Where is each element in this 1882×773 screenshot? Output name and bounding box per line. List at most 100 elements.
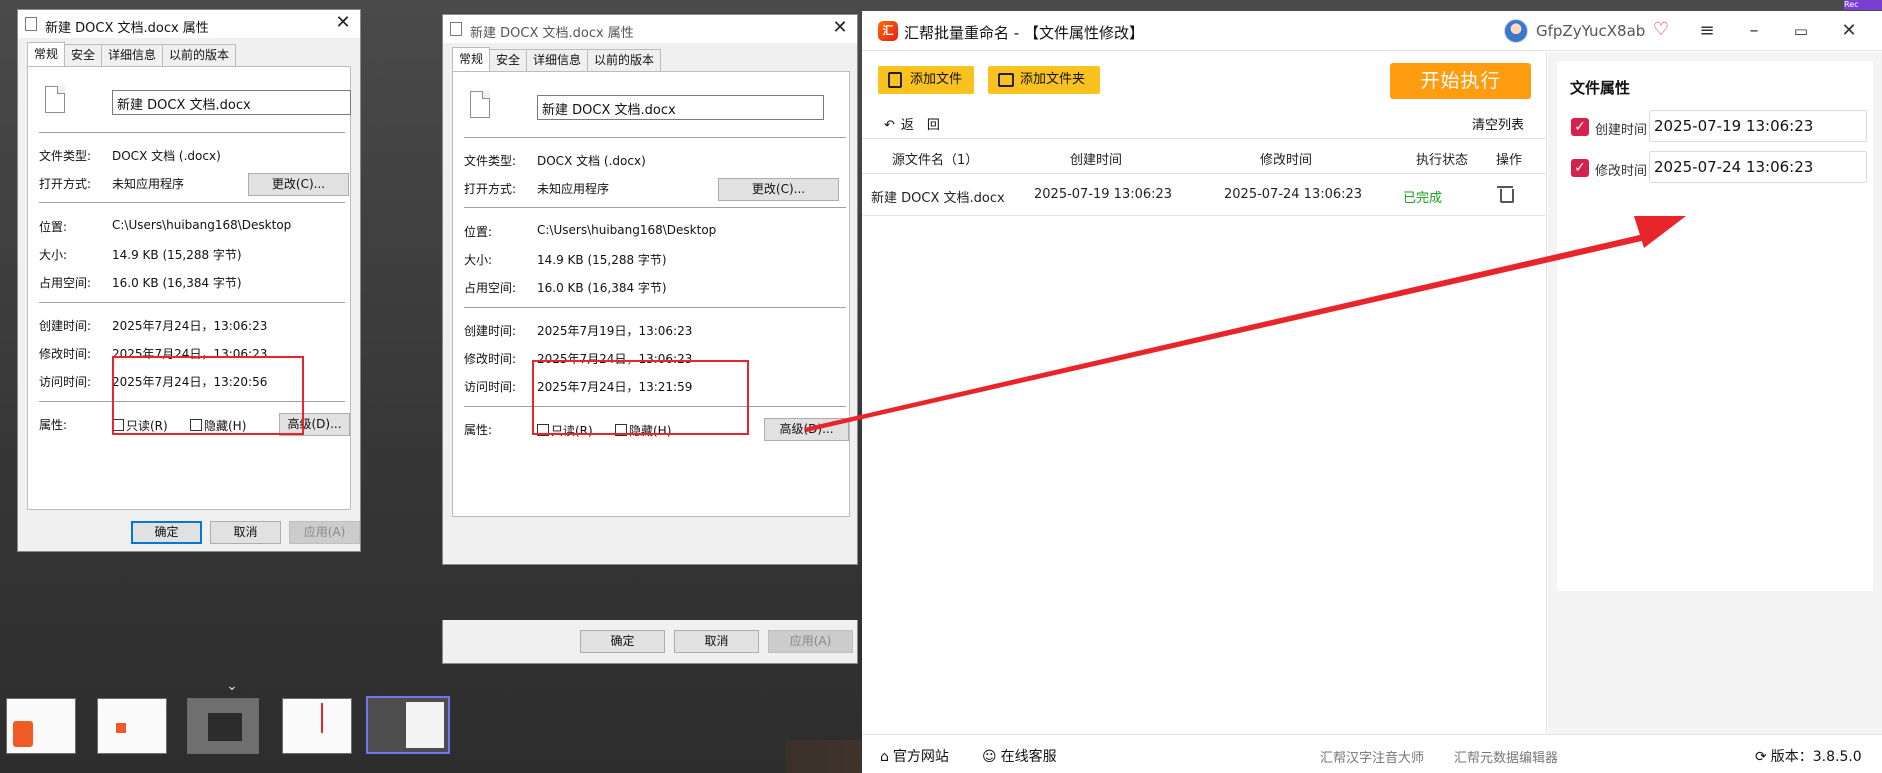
add-file-label: 添加文件 [910, 72, 963, 87]
corner-tag: Rec [1844, 0, 1882, 10]
modified-time-row: ✓ 修改时间 2025-07-24 13:06:23 [1557, 151, 1873, 183]
modified-time-label: 修改时间 [1595, 164, 1648, 179]
divider [464, 307, 846, 308]
rename-app-window: 汇 汇帮批量重命名 - 【文件属性修改】 GfpZyYucX8ab ♡ ≡ – … [862, 11, 1882, 773]
type-value: DOCX 文档 (.docx) [537, 154, 646, 168]
created-cell: 2025-07-19 13:06:23 [1034, 187, 1173, 202]
modified-time-input[interactable]: 2025-07-24 13:06:23 [1649, 151, 1867, 183]
app-footer: ⌂ 官方网站 ☺ 在线客服 汇帮汉字注音大师 汇帮元数据编辑器 ⟳ 版本：3.8.5.… [862, 734, 1882, 773]
open-with-label: 打开方式: [39, 177, 92, 191]
version-info[interactable]: ⟳ 版本：3.8.5.0 [1755, 746, 1862, 766]
column-header: 操作 [1496, 153, 1523, 168]
support-link[interactable]: ☺ 在线客服 [982, 746, 1057, 766]
thumbnail-item[interactable] [6, 698, 76, 754]
accessed-label: 访问时间: [39, 375, 92, 389]
pinyin-tool-link[interactable]: 汇帮汉字注音大师 [1320, 747, 1424, 766]
menu-icon[interactable]: ≡ [1694, 19, 1720, 43]
tab-security[interactable]: 安全 [64, 44, 103, 66]
dialog-tabs: 常规 安全 详细信息 以前的版本 [27, 42, 237, 66]
created-time-input[interactable]: 2025-07-19 13:06:23 [1649, 110, 1867, 142]
thumbnail-item-active[interactable] [366, 696, 450, 754]
start-button[interactable]: 开始执行 [1390, 63, 1531, 99]
filename-field[interactable]: 新建 DOCX 文档.docx [112, 90, 351, 115]
file-name-cell: 新建 DOCX 文档.docx [871, 191, 1005, 206]
thumbnail-item[interactable] [187, 698, 259, 754]
ok-button[interactable]: 确定 [131, 521, 202, 544]
trash-icon[interactable] [1497, 186, 1514, 203]
tab-previous-versions[interactable]: 以前的版本 [587, 49, 662, 71]
close-icon[interactable]: ✕ [829, 17, 851, 39]
type-value: DOCX 文档 (.docx) [112, 149, 221, 163]
change-button[interactable]: 更改(C)... [248, 173, 349, 196]
metadata-editor-link[interactable]: 汇帮元数据编辑器 [1454, 747, 1558, 766]
chevron-down-icon[interactable]: ⌄ [220, 678, 244, 694]
cancel-button[interactable]: 取消 [210, 521, 281, 544]
advanced-button[interactable]: 高级(D)... [764, 418, 849, 441]
created-time-checkbox[interactable]: ✓ [1571, 118, 1589, 136]
filename-field[interactable]: 新建 DOCX 文档.docx [537, 95, 824, 120]
tab-previous-versions[interactable]: 以前的版本 [162, 44, 237, 66]
thumbnail-item[interactable] [97, 698, 167, 754]
close-icon[interactable]: ✕ [1836, 19, 1862, 43]
app-logo-icon: 汇 [878, 21, 898, 41]
table-row[interactable]: 新建 DOCX 文档.docx 2025-07-19 13:06:23 2025… [862, 174, 1547, 216]
back-button[interactable]: ↶ 返 回 [884, 114, 940, 133]
attributes-card: 文件属性 ✓ 创建时间 2025-07-19 13:06:23 ✓ 修改时间 2… [1557, 61, 1873, 591]
tab-details[interactable]: 详细信息 [101, 44, 164, 66]
website-link[interactable]: ⌂ 官方网站 [880, 746, 949, 766]
apply-button[interactable]: 应用(A) [768, 630, 853, 653]
modified-time-checkbox[interactable]: ✓ [1571, 159, 1589, 177]
cancel-button[interactable]: 取消 [674, 630, 759, 653]
size-label: 大小: [464, 253, 493, 267]
divider [39, 202, 345, 203]
change-button[interactable]: 更改(C)... [718, 178, 839, 201]
tab-general[interactable]: 常规 [452, 47, 491, 71]
close-icon[interactable]: ✕ [332, 12, 354, 34]
highlight-box-after [532, 360, 749, 435]
size-label: 大小: [39, 248, 68, 262]
created-time-row: ✓ 创建时间 2025-07-19 13:06:23 [1557, 110, 1873, 142]
location-value: C:\Users\huibang168\Desktop [112, 218, 292, 232]
tab-security[interactable]: 安全 [489, 49, 528, 71]
modified-label: 修改时间: [464, 352, 517, 366]
highlight-box-before [112, 356, 304, 435]
dialog-titlebar[interactable]: 新建 DOCX 文档.docx 属性 ✕ [18, 10, 360, 38]
username[interactable]: GfpZyYucX8ab [1536, 22, 1645, 40]
folder-icon [998, 73, 1014, 87]
apply-button[interactable]: 应用(A) [289, 521, 360, 544]
minimize-icon[interactable]: – [1741, 19, 1767, 43]
ok-button[interactable]: 确定 [580, 630, 665, 653]
app-title: 汇帮批量重命名 - 【文件属性修改】 [904, 24, 1144, 42]
attributes-title: 文件属性 [1570, 79, 1631, 97]
column-header: 执行状态 [1416, 153, 1469, 168]
version-label: 版本：3.8.5.0 [1770, 749, 1862, 765]
maximize-icon[interactable]: ▭ [1788, 19, 1814, 43]
created-label: 创建时间: [39, 319, 92, 333]
dialog-titlebar[interactable]: 新建 DOCX 文档.docx 属性 ✕ [443, 15, 857, 43]
add-file-button[interactable]: 添加文件 [878, 66, 974, 94]
thumbnail-preview [321, 703, 323, 733]
document-icon [25, 17, 37, 31]
thumbnail-item[interactable] [282, 698, 352, 754]
avatar[interactable] [1504, 19, 1528, 43]
app-thumbnail-icon [13, 721, 33, 747]
add-folder-label: 添加文件夹 [1020, 72, 1086, 87]
created-value: 2025年7月24日，13:06:23 [112, 319, 268, 333]
accessed-label: 访问时间: [464, 380, 517, 394]
divider [39, 132, 345, 133]
disk-size-value: 16.0 KB (16,384 字节) [112, 276, 242, 290]
taskbar-thumbnails: ⌄ [0, 678, 786, 773]
app-titlebar[interactable]: 汇 汇帮批量重命名 - 【文件属性修改】 GfpZyYucX8ab ♡ ≡ – … [862, 11, 1882, 51]
divider [464, 207, 846, 208]
status-cell: 已完成 [1403, 191, 1443, 206]
clear-list-button[interactable]: 清空列表 [1472, 114, 1524, 133]
tab-general[interactable]: 常规 [27, 42, 66, 66]
website-label: 官方网站 [892, 749, 949, 765]
dialog2-footer-area: 确定 取消 应用(A) [442, 620, 858, 664]
open-with-value: 未知应用程序 [112, 177, 185, 191]
vip-heart-icon[interactable]: ♡ [1651, 20, 1671, 40]
add-folder-button[interactable]: 添加文件夹 [988, 66, 1100, 94]
tab-details[interactable]: 详细信息 [526, 49, 589, 71]
dialog-tabs: 常规 安全 详细信息 以前的版本 [452, 47, 662, 71]
type-label: 文件类型: [39, 149, 92, 163]
